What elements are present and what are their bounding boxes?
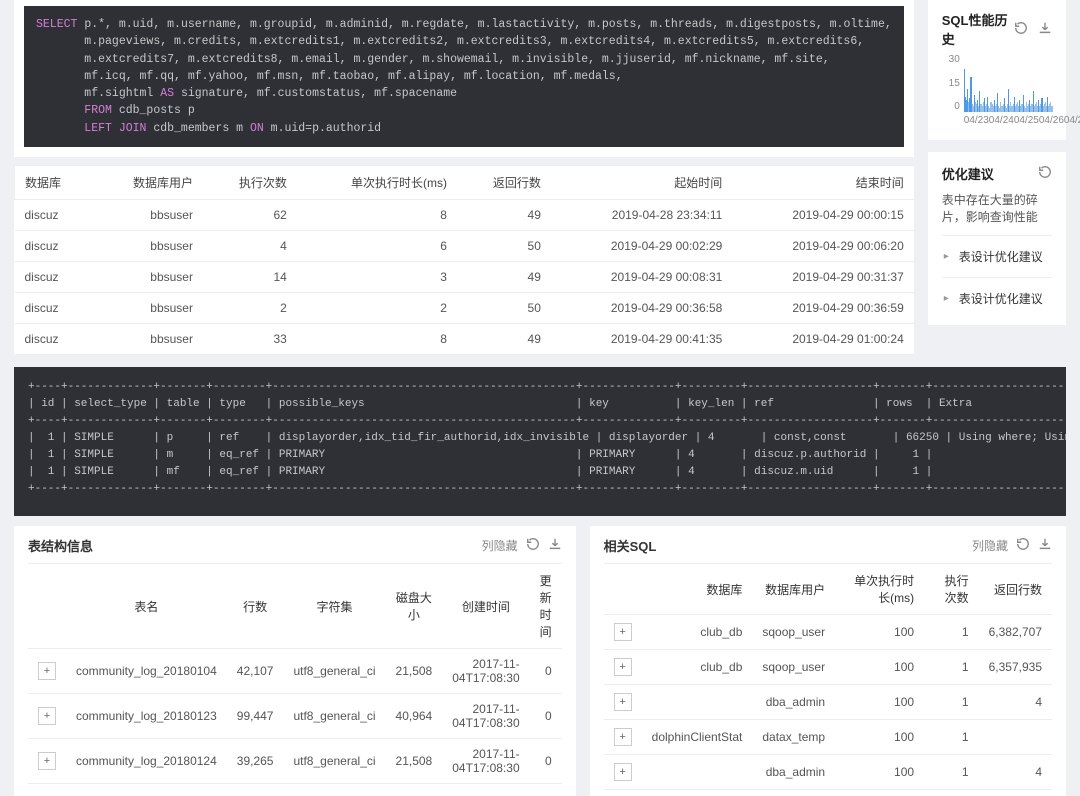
expand-button[interactable]: +: [614, 623, 632, 641]
perf-history-chart: 30150 04/2304/2404/2504/2604/2704/2804/2…: [942, 54, 1052, 126]
hide-columns-button[interactable]: 列隐藏: [482, 537, 518, 554]
download-icon[interactable]: [548, 537, 562, 554]
table-header: 结束时间: [732, 166, 913, 200]
table-header: 行数: [227, 564, 284, 649]
table-row[interactable]: discuzbbsuser46502019-04-29 00:02:292019…: [15, 230, 914, 261]
table-header: 执行次数: [924, 564, 979, 615]
advice-item[interactable]: ▸表设计优化建议: [942, 277, 1052, 319]
table-header: 表名: [66, 564, 227, 649]
chevron-right-icon: ▸: [944, 251, 949, 262]
download-icon[interactable]: [1038, 537, 1052, 554]
hide-columns-button[interactable]: 列隐藏: [972, 537, 1008, 554]
table-row[interactable]: discuzbbsuser628492019-04-28 23:34:11201…: [15, 199, 914, 230]
table-header: [604, 564, 642, 615]
expand-button[interactable]: +: [38, 662, 56, 680]
perf-history-title: SQL性能历史: [942, 10, 1014, 48]
table-row[interactable]: +community_log_2018012439,265utf8_genera…: [28, 739, 562, 784]
table-header: 磁盘大小: [386, 564, 443, 649]
related-table: 数据库数据库用户单次执行时长(ms)执行次数返回行数 +club_dbsqoop…: [604, 563, 1052, 790]
table-row[interactable]: +community_log_2018010442,107utf8_genera…: [28, 649, 562, 694]
advice-item[interactable]: ▸表设计优化建议: [942, 235, 1052, 277]
table-header: 起始时间: [551, 166, 732, 200]
table-header: 数据库用户: [752, 564, 835, 615]
expand-button[interactable]: +: [614, 728, 632, 746]
expand-button[interactable]: +: [614, 693, 632, 711]
advice-text: 表中存在大量的碎片，影响查询性能: [942, 191, 1052, 225]
table-row[interactable]: +dba_admin10014: [604, 685, 1052, 720]
table-header: 执行次数: [203, 166, 297, 200]
sql-code-block: SELECT p.*, m.uid, m.username, m.groupid…: [24, 6, 904, 147]
table-row[interactable]: discuzbbsuser143492019-04-29 00:08:31201…: [15, 261, 914, 292]
advice-title: 优化建议: [942, 164, 994, 183]
related-title: 相关SQL: [604, 536, 657, 555]
table-row[interactable]: +dolphinClientStatdatax_temp1001: [604, 720, 1052, 755]
table-row[interactable]: +dba_admin10014: [604, 755, 1052, 790]
explain-output: +----+-------------+-------+--------+---…: [14, 367, 1066, 516]
download-icon[interactable]: [1038, 21, 1052, 38]
table-header: 单次执行时长(ms): [835, 564, 924, 615]
struct-table: 表名行数字符集磁盘大小创建时间更新时间 +community_log_20180…: [28, 563, 562, 784]
table-row[interactable]: +club_dbsqoop_user10016,382,707: [604, 615, 1052, 650]
table-header: 单次执行时长(ms): [297, 166, 457, 200]
expand-button[interactable]: +: [38, 752, 56, 770]
table-row[interactable]: +club_dbsqoop_user10016,357,935: [604, 650, 1052, 685]
execution-table: 数据库数据库用户执行次数单次执行时长(ms)返回行数起始时间结束时间 discu…: [14, 166, 914, 355]
table-header: 数据库用户: [93, 166, 203, 200]
refresh-icon[interactable]: [1038, 165, 1052, 182]
table-row[interactable]: discuzbbsuser22502019-04-29 00:36:582019…: [15, 292, 914, 323]
expand-button[interactable]: +: [614, 658, 632, 676]
struct-title: 表结构信息: [28, 536, 93, 555]
table-row[interactable]: discuzbbsuser338492019-04-29 00:41:35201…: [15, 323, 914, 354]
table-header: 数据库: [15, 166, 93, 200]
table-header: 数据库: [642, 564, 753, 615]
table-header: 返回行数: [457, 166, 551, 200]
table-header: 创建时间: [442, 564, 529, 649]
refresh-icon[interactable]: [1014, 21, 1028, 38]
table-header: [28, 564, 66, 649]
table-row[interactable]: +community_log_2018012399,447utf8_genera…: [28, 694, 562, 739]
chevron-right-icon: ▸: [944, 293, 949, 304]
refresh-icon[interactable]: [526, 537, 540, 554]
table-header: 字符集: [283, 564, 385, 649]
expand-button[interactable]: +: [614, 763, 632, 781]
table-header: 返回行数: [979, 564, 1052, 615]
expand-button[interactable]: +: [38, 707, 56, 725]
table-header: 更新时间: [530, 564, 562, 649]
refresh-icon[interactable]: [1016, 537, 1030, 554]
